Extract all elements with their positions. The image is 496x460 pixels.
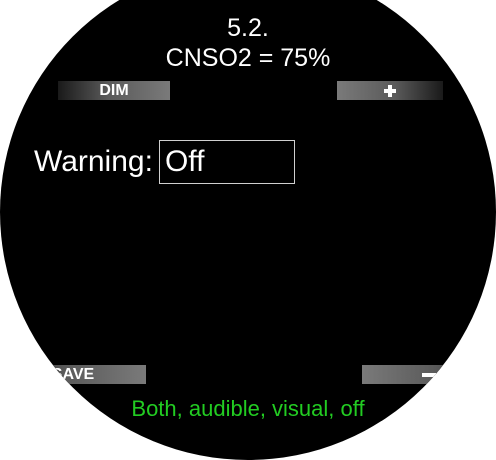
plus-icon	[384, 84, 396, 97]
decrease-button[interactable]	[362, 365, 496, 384]
warning-value-field[interactable]: Off	[158, 140, 295, 184]
options-hint: Both, audible, visual, off	[131, 396, 365, 421]
page-title: CNSO2 = 75%	[165, 44, 331, 72]
device-screen: 5.2. CNSO2 = 75% DIM Warning: Off SAVE B…	[0, 0, 496, 460]
increase-button[interactable]	[337, 81, 443, 100]
warning-label: Warning:	[34, 145, 153, 178]
section-number: 5.2.	[227, 14, 269, 42]
save-button[interactable]: SAVE	[0, 365, 146, 384]
warning-setting-row: Warning: Off	[34, 140, 295, 184]
dim-button-label: DIM	[99, 82, 129, 99]
save-button-label: SAVE	[51, 366, 95, 383]
minus-icon	[422, 372, 436, 377]
dim-button[interactable]: DIM	[58, 81, 170, 100]
